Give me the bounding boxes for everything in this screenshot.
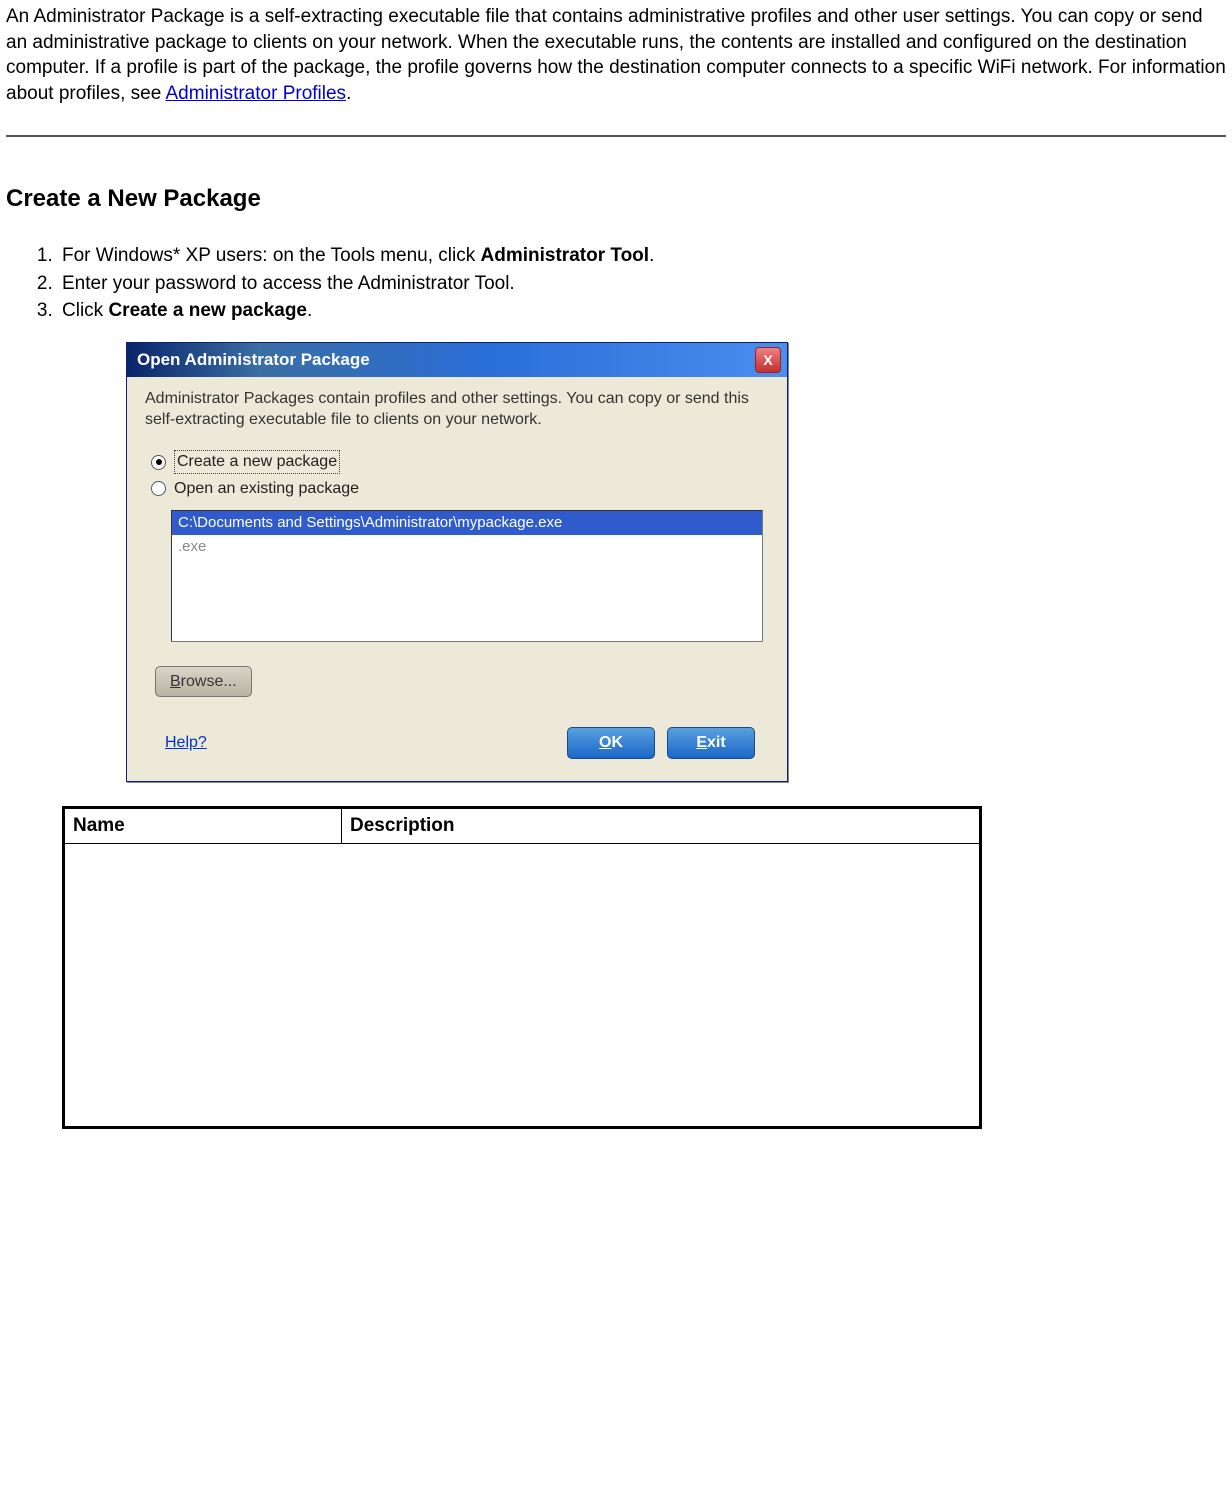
- help-link[interactable]: Help?: [165, 732, 207, 754]
- intro-text-after: .: [346, 83, 351, 104]
- step-2: Enter your password to access the Admini…: [58, 271, 1226, 297]
- package-path-listbox[interactable]: C:\Documents and Settings\Administrator\…: [171, 510, 763, 642]
- step-3-post: .: [307, 300, 312, 321]
- close-icon[interactable]: X: [755, 347, 781, 373]
- table-header-name: Name: [64, 808, 342, 844]
- open-admin-package-dialog: Open Administrator Package X Administrat…: [126, 342, 788, 782]
- radio-open-label: Open an existing package: [174, 478, 359, 500]
- divider: [6, 135, 1226, 137]
- intro-paragraph: An Administrator Package is a self-extra…: [6, 4, 1226, 107]
- step-1-pre: For Windows* XP users: on the Tools menu…: [62, 245, 481, 266]
- radio-create-new[interactable]: Create a new package: [151, 450, 769, 474]
- steps-list: For Windows* XP users: on the Tools menu…: [6, 243, 1226, 324]
- radio-open-existing[interactable]: Open an existing package: [151, 478, 769, 500]
- browse-label-u: B: [170, 673, 181, 690]
- step-1-bold: Administrator Tool: [481, 245, 650, 266]
- administrator-profiles-link[interactable]: Administrator Profiles: [166, 83, 347, 104]
- browse-label-rest: rowse...: [181, 673, 237, 690]
- dialog-title-text: Open Administrator Package: [137, 343, 370, 377]
- radio-create-label: Create a new package: [174, 450, 340, 474]
- radio-icon: [151, 455, 166, 470]
- step-1-post: .: [649, 245, 654, 266]
- step-3: Click Create a new package.: [58, 298, 1226, 324]
- name-description-table: Name Description: [62, 806, 982, 1129]
- step-3-bold: Create a new package: [108, 300, 307, 321]
- table-header-description: Description: [342, 808, 981, 844]
- browse-button[interactable]: Browse...: [155, 666, 252, 698]
- list-item[interactable]: .exe: [172, 535, 762, 559]
- step-3-pre: Click: [62, 300, 108, 321]
- radio-icon: [151, 481, 166, 496]
- section-heading: Create a New Package: [6, 183, 1226, 215]
- dialog-description: Administrator Packages contain profiles …: [145, 389, 769, 431]
- exit-button[interactable]: Exit: [667, 727, 755, 759]
- ok-button[interactable]: OK: [567, 727, 655, 759]
- close-glyph: X: [763, 343, 772, 377]
- list-item[interactable]: C:\Documents and Settings\Administrator\…: [172, 511, 762, 535]
- table-row: [64, 843, 981, 1127]
- dialog-titlebar[interactable]: Open Administrator Package X: [127, 343, 787, 377]
- step-1: For Windows* XP users: on the Tools menu…: [58, 243, 1226, 269]
